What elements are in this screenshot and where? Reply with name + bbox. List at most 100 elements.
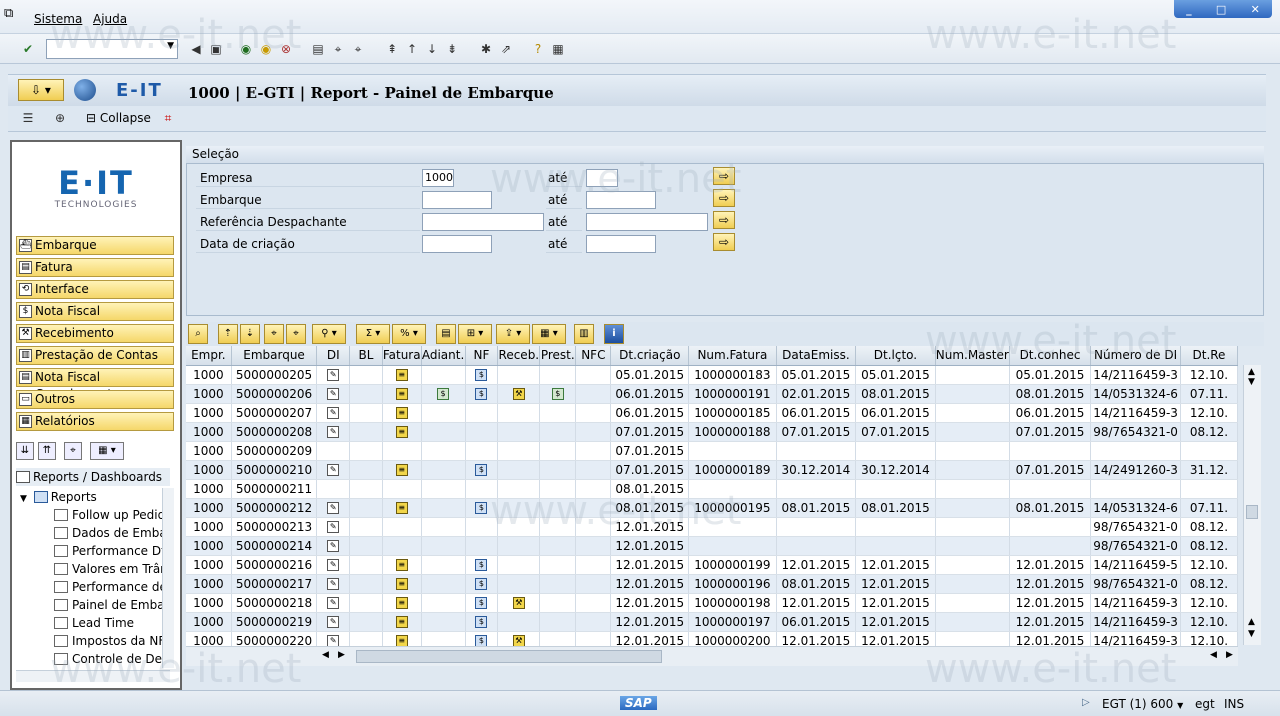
- di-edit-icon[interactable]: ✎: [327, 407, 340, 419]
- nota-fiscal-icon[interactable]: $: [475, 635, 488, 646]
- tree-hscrollbar[interactable]: [16, 670, 170, 682]
- column-header[interactable]: DataEmiss.: [776, 346, 857, 366]
- system-info[interactable]: EGT (1) 600 ▼: [1102, 697, 1183, 711]
- command-field[interactable]: ▼: [46, 39, 178, 59]
- minimize-icon[interactable]: _: [1186, 3, 1192, 16]
- table-row[interactable]: 1000 5000000212 ✎ ≡ $08.01.2015 1000000195 08.…: [186, 498, 1238, 518]
- tree-item[interactable]: Painel de Embar: [54, 598, 172, 612]
- print-icon[interactable]: ▤: [310, 41, 326, 57]
- di-edit-icon[interactable]: ✎: [327, 635, 340, 646]
- invoice-doc-icon[interactable]: ≡: [395, 597, 408, 609]
- details-icon[interactable]: ⌕: [188, 324, 208, 344]
- nota-fiscal-icon[interactable]: $: [475, 369, 488, 381]
- scroll-right-icon[interactable]: ▶: [338, 650, 345, 660]
- nota-fiscal-icon[interactable]: $: [475, 559, 488, 571]
- nav-fatura[interactable]: ▤ Fatura: [16, 258, 174, 277]
- ref-despachante-from-input[interactable]: [422, 213, 544, 231]
- expand-all-icon[interactable]: ⇊: [16, 442, 34, 460]
- scroll-up-icon[interactable]: ▲: [1248, 367, 1255, 377]
- column-header[interactable]: NFC: [575, 346, 612, 366]
- menu-dropdown-button[interactable]: ⇩ ▾: [18, 79, 64, 101]
- find-icon[interactable]: ⌖: [64, 442, 82, 460]
- close-icon[interactable]: ✕: [1251, 3, 1260, 16]
- table-row[interactable]: 1000 5000000208 ✎ ≡ 07.01.2015 1000000188 07.0…: [186, 422, 1238, 442]
- scroll-up-icon[interactable]: ▲: [1248, 617, 1255, 627]
- scroll-down-icon[interactable]: ▼: [1248, 377, 1255, 387]
- nota-fiscal-icon[interactable]: $: [475, 597, 488, 609]
- table-row[interactable]: 1000 5000000205 ✎ ≡ $05.01.2015 1000000183 05.…: [186, 365, 1238, 385]
- column-header[interactable]: Dt.conhec: [1009, 346, 1092, 366]
- invoice-doc-icon[interactable]: ≡: [395, 635, 408, 646]
- forklift-icon[interactable]: ⚒: [512, 388, 525, 400]
- table-row[interactable]: 1000 5000000210 ✎ ≡ $07.01.2015 1000000189 30.…: [186, 460, 1238, 480]
- color-grid-icon[interactable]: ⌗: [160, 110, 176, 126]
- grid-horizontal-scrollbar[interactable]: ◀ ▶ ◀ ▶: [186, 646, 1238, 666]
- collapse-button[interactable]: ⊟ Collapse: [86, 111, 151, 125]
- empresa-multiple-button[interactable]: ⇨: [713, 167, 735, 185]
- sort-desc-icon[interactable]: ⇣: [240, 324, 260, 344]
- di-edit-icon[interactable]: ✎: [327, 559, 340, 571]
- tree-item[interactable]: Impostos da NF: [54, 634, 172, 648]
- nota-fiscal-icon[interactable]: $: [475, 616, 488, 628]
- layout-menu-icon[interactable]: ▦ ▾: [90, 442, 124, 460]
- tree-item[interactable]: Performance Dt: [54, 544, 172, 558]
- total-icon[interactable]: Σ ▾: [356, 324, 390, 344]
- nota-fiscal-icon[interactable]: $: [475, 578, 488, 590]
- scroll-left-icon[interactable]: ◀: [1210, 650, 1217, 660]
- invoice-doc-icon[interactable]: ≡: [395, 502, 408, 514]
- views-icon[interactable]: ⊞ ▾: [458, 324, 492, 344]
- menu-sistema[interactable]: Sistema: [34, 12, 82, 26]
- sap-menu-icon[interactable]: ⧉: [4, 6, 13, 21]
- forklift-icon[interactable]: ⚒: [512, 597, 525, 609]
- forklift-icon[interactable]: ⚒: [512, 635, 525, 646]
- graphic-icon[interactable]: ▥: [574, 324, 594, 344]
- table-row[interactable]: 1000 5000000214 ✎ 12.01.2015 98/7654321-0 08.…: [186, 536, 1238, 556]
- find-next-icon[interactable]: ⌖: [350, 41, 366, 57]
- next-page-icon[interactable]: ↓: [424, 41, 440, 57]
- exit-icon[interactable]: ◉: [258, 41, 274, 57]
- embarque-from-input[interactable]: [422, 191, 492, 209]
- column-header[interactable]: Prest.: [539, 346, 577, 366]
- embarque-multiple-button[interactable]: ⇨: [713, 189, 735, 207]
- cancel-icon[interactable]: ⊗: [278, 41, 294, 57]
- status-toggle-icon[interactable]: ▷: [1082, 697, 1090, 708]
- column-header[interactable]: Adiant.: [421, 346, 466, 366]
- invoice-doc-icon[interactable]: ≡: [395, 578, 408, 590]
- di-edit-icon[interactable]: ✎: [327, 426, 340, 438]
- column-header[interactable]: Receb.: [497, 346, 541, 366]
- di-edit-icon[interactable]: ✎: [327, 540, 340, 552]
- tree-item[interactable]: Follow up Pedido: [54, 508, 172, 522]
- nota-fiscal-icon[interactable]: $: [475, 388, 488, 400]
- enter-icon[interactable]: ✔: [20, 41, 36, 57]
- column-header[interactable]: Dt.lçto.: [855, 346, 936, 366]
- export-icon[interactable]: ⇪ ▾: [496, 324, 530, 344]
- nav-relatorios[interactable]: ▦ Relatórios: [16, 412, 174, 431]
- chevron-down-icon[interactable]: ▼: [167, 41, 174, 51]
- info-icon[interactable]: i: [604, 324, 624, 344]
- column-header[interactable]: Empr.: [186, 346, 232, 366]
- nota-fiscal-icon[interactable]: $: [475, 464, 488, 476]
- find-icon[interactable]: ⌖: [264, 324, 284, 344]
- column-header[interactable]: Número de DI: [1090, 346, 1181, 366]
- invoice-doc-icon[interactable]: ≡: [395, 559, 408, 571]
- table-row[interactable]: 1000 5000000218 ✎ ≡ $ ⚒ 12.01.2015 1000000198 12…: [186, 593, 1238, 613]
- nav-embarque[interactable]: ⛴ Embarque: [16, 236, 174, 255]
- find-icon[interactable]: ⌖: [330, 41, 346, 57]
- subtotal-icon[interactable]: % ▾: [392, 324, 426, 344]
- column-header[interactable]: Dt.criação: [610, 346, 690, 366]
- empresa-to-input[interactable]: [586, 169, 618, 187]
- column-header[interactable]: Fatura: [382, 346, 422, 366]
- table-row[interactable]: 1000 5000000213 ✎ 12.01.2015 98/7654321-0 08.…: [186, 517, 1238, 537]
- table-row[interactable]: 1000 5000000219 ✎ ≡ $12.01.2015 1000000197 06.…: [186, 612, 1238, 632]
- tree-scrollbar[interactable]: [162, 488, 174, 668]
- data-criacao-from-input[interactable]: [422, 235, 492, 253]
- tree-item[interactable]: Valores em Trân: [54, 562, 172, 576]
- new-session-icon[interactable]: ✱: [478, 41, 494, 57]
- scroll-right-icon[interactable]: ▶: [1226, 650, 1233, 660]
- invoice-doc-icon[interactable]: ≡: [395, 407, 408, 419]
- maximize-icon[interactable]: □: [1216, 3, 1226, 16]
- di-edit-icon[interactable]: ✎: [327, 464, 340, 476]
- scroll-thumb[interactable]: [356, 650, 662, 663]
- di-edit-icon[interactable]: ✎: [327, 616, 340, 628]
- column-header[interactable]: BL: [349, 346, 383, 366]
